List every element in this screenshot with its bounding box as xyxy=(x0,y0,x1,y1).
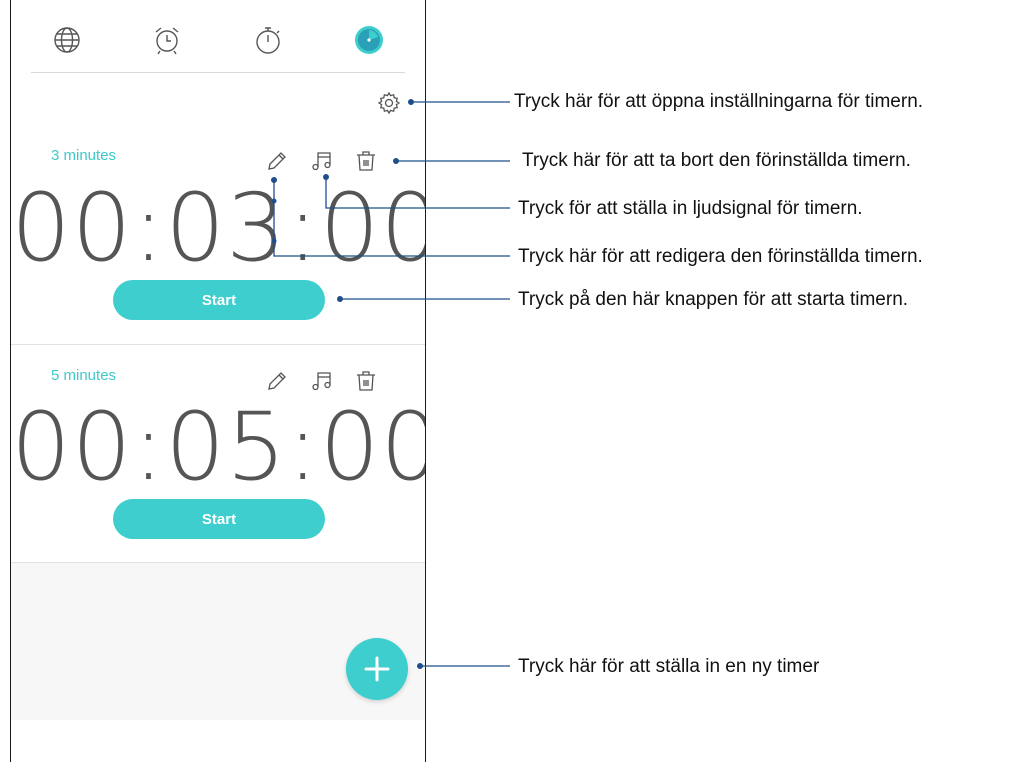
tab-bar xyxy=(11,0,425,74)
music-note-icon xyxy=(312,152,331,171)
gear-icon xyxy=(377,91,401,115)
edit-timer-button[interactable] xyxy=(264,368,290,394)
trash-icon xyxy=(357,151,375,171)
delete-timer-button[interactable] xyxy=(353,368,379,394)
callout-start: Tryck på den här knappen för att starta … xyxy=(518,289,909,310)
delete-timer-button[interactable] xyxy=(353,148,379,174)
callout-settings: Tryck här för att öppna inställningarna … xyxy=(514,91,924,112)
sound-button[interactable] xyxy=(309,368,335,394)
tab-stopwatch[interactable] xyxy=(252,24,284,56)
tab-timer[interactable] xyxy=(353,24,385,56)
phone-screen: 3 minutes 00:03:00 Start 5 minutes 00:05… xyxy=(10,0,426,762)
trash-icon xyxy=(357,371,375,391)
globe-icon xyxy=(54,27,80,53)
settings-button[interactable] xyxy=(376,90,402,116)
timer-name: 5 minutes xyxy=(51,367,117,384)
timer-icon xyxy=(355,26,383,54)
start-button[interactable]: Start xyxy=(113,280,325,320)
timer-display: 00:05:00 xyxy=(11,393,426,502)
plus-icon xyxy=(364,656,390,682)
timer-name: 3 minutes xyxy=(51,147,117,164)
callout-add: Tryck här för att ställa in en ny timer xyxy=(518,656,820,677)
stopwatch-icon xyxy=(256,27,280,54)
start-button[interactable]: Start xyxy=(113,499,325,539)
add-timer-button[interactable] xyxy=(346,638,408,700)
pencil-icon xyxy=(268,372,286,390)
music-note-icon xyxy=(312,372,331,391)
timer-card: 3 minutes 00:03:00 Start xyxy=(11,74,425,344)
timer-card: 5 minutes 00:05:00 Start xyxy=(11,345,425,562)
card-divider xyxy=(11,562,425,563)
callout-delete: Tryck här för att ta bort den förinställ… xyxy=(522,150,911,171)
callout-edit: Tryck här för att redigera den förinstäl… xyxy=(518,246,923,267)
sound-button[interactable] xyxy=(309,148,335,174)
tab-divider xyxy=(31,72,405,73)
tab-world-clock[interactable] xyxy=(51,24,83,56)
timer-display: 00:03:00 xyxy=(11,174,426,283)
pencil-icon xyxy=(268,152,286,170)
edit-timer-button[interactable] xyxy=(264,148,290,174)
tab-alarm[interactable] xyxy=(151,24,183,56)
callout-sound: Tryck för att ställa in ljudsignal för t… xyxy=(518,198,863,219)
alarm-clock-icon xyxy=(155,27,179,55)
